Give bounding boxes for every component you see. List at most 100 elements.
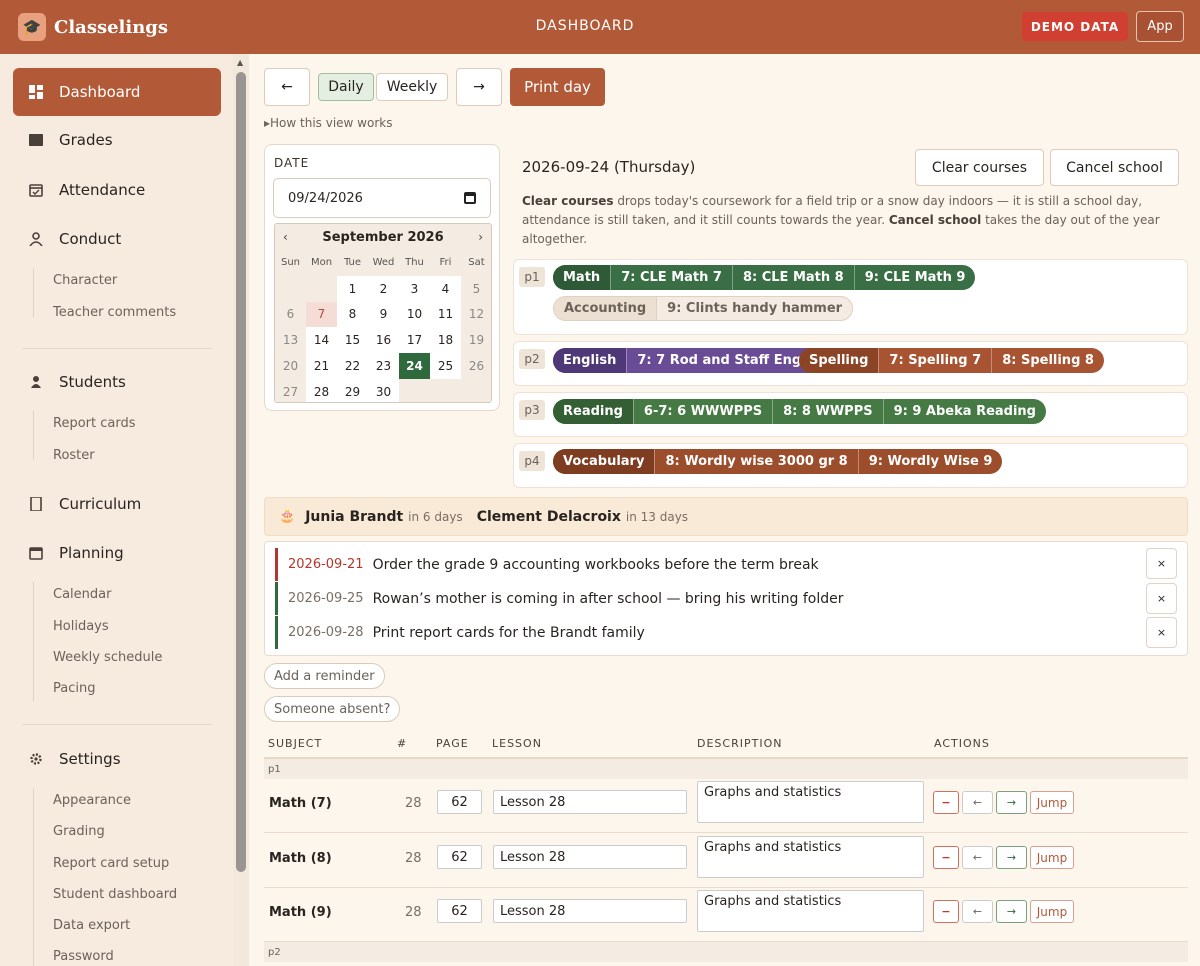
sidebar-item-students[interactable]: Students	[13, 358, 221, 406]
calendar-day[interactable]: 21	[306, 353, 337, 379]
calendar-day[interactable]: 1	[337, 275, 368, 302]
move-back-button[interactable]: ←	[962, 791, 993, 814]
remove-button[interactable]: −	[933, 846, 959, 869]
dismiss-reminder-button[interactable]: ×	[1146, 548, 1177, 579]
sidebar-subitem-appearance[interactable]: Appearance	[53, 793, 131, 808]
calendar-day[interactable]: 7	[306, 301, 337, 328]
move-back-button[interactable]: ←	[962, 846, 993, 869]
sidebar-item-curriculum[interactable]: Curriculum	[13, 480, 221, 528]
demo-data-badge[interactable]: DEMO DATA	[1022, 12, 1128, 41]
page-input[interactable]: 62	[437, 790, 482, 814]
someone-absent-button[interactable]: Someone absent?	[264, 696, 401, 722]
sidebar-item-grades[interactable]: Grades	[13, 116, 221, 164]
sidebar-subitem-calendar[interactable]: Calendar	[53, 587, 111, 602]
calendar-icon[interactable]	[464, 192, 476, 204]
calendar-day[interactable]: 27	[275, 378, 306, 402]
calendar-day[interactable]: 17	[399, 327, 430, 354]
calendar-day[interactable]: 18	[430, 327, 461, 354]
calendar-day[interactable]: 13	[275, 327, 306, 354]
calendar-day[interactable]: 4	[430, 275, 461, 302]
add-reminder-button[interactable]: Add a reminder	[264, 663, 385, 689]
sidebar-subitem-character[interactable]: Character	[53, 273, 117, 288]
calendar-day[interactable]: 23	[368, 353, 399, 379]
calendar-day[interactable]: 15	[337, 327, 368, 354]
sidebar-item-dashboard[interactable]: Dashboard	[13, 68, 221, 116]
birthday-name[interactable]: Junia Brandt	[305, 509, 403, 525]
sidebar-subitem-report-card-setup[interactable]: Report card setup	[53, 856, 169, 871]
description-input[interactable]: Graphs and statistics	[697, 890, 924, 932]
move-forward-button[interactable]: →	[996, 791, 1027, 814]
page-input[interactable]: 62	[437, 899, 482, 923]
sidebar-subitem-roster[interactable]: Roster	[53, 448, 95, 463]
sidebar-item-attendance[interactable]: Attendance	[13, 166, 221, 214]
calendar-day[interactable]: 8	[337, 301, 368, 328]
sidebar-item-settings[interactable]: Settings	[13, 735, 221, 783]
course-pill-accounting[interactable]: Accounting 9: Clints handy hammer	[553, 296, 854, 321]
birthday-name[interactable]: Clement Delacroix	[477, 509, 621, 525]
lesson-input[interactable]: Lesson 28	[493, 790, 687, 814]
print-day-button[interactable]: Print day	[510, 68, 605, 106]
calendar-day[interactable]: 16	[368, 327, 399, 354]
lesson-input[interactable]: Lesson 28	[493, 845, 687, 869]
calendar-day[interactable]: 24	[399, 353, 430, 379]
date-input[interactable]: 09/24/2026	[273, 178, 491, 218]
move-forward-button[interactable]: →	[996, 846, 1027, 869]
scroll-up-arrow-icon[interactable]: ▲	[237, 58, 243, 67]
sidebar-subitem-teacher-comments[interactable]: Teacher comments	[53, 305, 176, 320]
sidebar-scrollbar[interactable]: ▲	[233, 54, 249, 966]
calendar-day[interactable]: 25	[430, 353, 461, 379]
calendar-day[interactable]: 10	[399, 301, 430, 328]
cancel-school-button[interactable]: Cancel school	[1050, 149, 1179, 186]
sidebar-subitem-data-export[interactable]: Data export	[53, 918, 130, 933]
sidebar-subitem-report-cards[interactable]: Report cards	[53, 416, 135, 431]
calendar-day[interactable]: 20	[275, 353, 306, 379]
calendar-day[interactable]: 26	[461, 353, 491, 379]
jump-button[interactable]: Jump	[1030, 791, 1074, 814]
prev-day-button[interactable]: ←	[264, 68, 310, 106]
calendar-day[interactable]: 22	[337, 353, 368, 379]
next-month-button[interactable]: ›	[478, 230, 483, 244]
jump-button[interactable]: Jump	[1030, 900, 1074, 923]
course-pill-math[interactable]: Math 7: CLE Math 7 8: CLE Math 8 9: CLE …	[553, 265, 976, 290]
calendar-day[interactable]: 29	[337, 378, 368, 402]
how-this-view-works-link[interactable]: ▸How this view works	[264, 116, 392, 130]
move-forward-button[interactable]: →	[996, 900, 1027, 923]
weekly-toggle[interactable]: Weekly	[376, 73, 448, 101]
calendar-day[interactable]: 5	[461, 275, 491, 302]
course-pill-vocabulary[interactable]: Vocabulary 8: Wordly wise 3000 gr 8 9: W…	[553, 449, 1003, 474]
calendar-day[interactable]: 6	[275, 301, 306, 328]
dismiss-reminder-button[interactable]: ×	[1146, 617, 1177, 648]
sidebar-subitem-password[interactable]: Password	[53, 949, 114, 964]
course-pill-spelling[interactable]: Spelling 7: Spelling 7 8: Spelling 8	[799, 348, 1104, 373]
page-input[interactable]: 62	[437, 845, 482, 869]
prev-month-button[interactable]: ‹	[283, 230, 288, 244]
description-input[interactable]: Graphs and statistics	[697, 836, 924, 878]
calendar-day[interactable]: 2	[368, 275, 399, 302]
app-button[interactable]: App	[1136, 11, 1184, 42]
clear-courses-button[interactable]: Clear courses	[915, 149, 1044, 186]
remove-button[interactable]: −	[933, 900, 959, 923]
description-input[interactable]: Graphs and statistics	[697, 781, 924, 823]
sidebar-item-conduct[interactable]: Conduct	[13, 215, 221, 263]
sidebar-subitem-student-dashboard[interactable]: Student dashboard	[53, 887, 177, 902]
next-day-button[interactable]: →	[456, 68, 502, 106]
daily-toggle[interactable]: Daily	[318, 73, 374, 101]
calendar-day[interactable]: 11	[430, 301, 461, 328]
course-pill-reading[interactable]: Reading 6-7: 6 WWWPPS 8: 8 WWPPS 9: 9 Ab…	[553, 399, 1046, 424]
scrollbar-thumb[interactable]	[236, 72, 246, 872]
move-back-button[interactable]: ←	[962, 900, 993, 923]
calendar-day[interactable]: 9	[368, 301, 399, 328]
calendar-day[interactable]: 30	[368, 378, 399, 402]
sidebar-subitem-holidays[interactable]: Holidays	[53, 619, 109, 634]
calendar-day[interactable]: 19	[461, 327, 491, 354]
lesson-input[interactable]: Lesson 28	[493, 899, 687, 923]
remove-button[interactable]: −	[933, 791, 959, 814]
sidebar-subitem-pacing[interactable]: Pacing	[53, 681, 95, 696]
calendar-day[interactable]: 12	[461, 301, 491, 328]
dismiss-reminder-button[interactable]: ×	[1146, 583, 1177, 614]
sidebar-item-planning[interactable]: Planning	[13, 529, 221, 577]
calendar-day[interactable]: 14	[306, 327, 337, 354]
calendar-day[interactable]: 28	[306, 378, 337, 402]
jump-button[interactable]: Jump	[1030, 846, 1074, 869]
course-pill-english[interactable]: English 7: 7 Rod and Staff English	[553, 348, 838, 373]
